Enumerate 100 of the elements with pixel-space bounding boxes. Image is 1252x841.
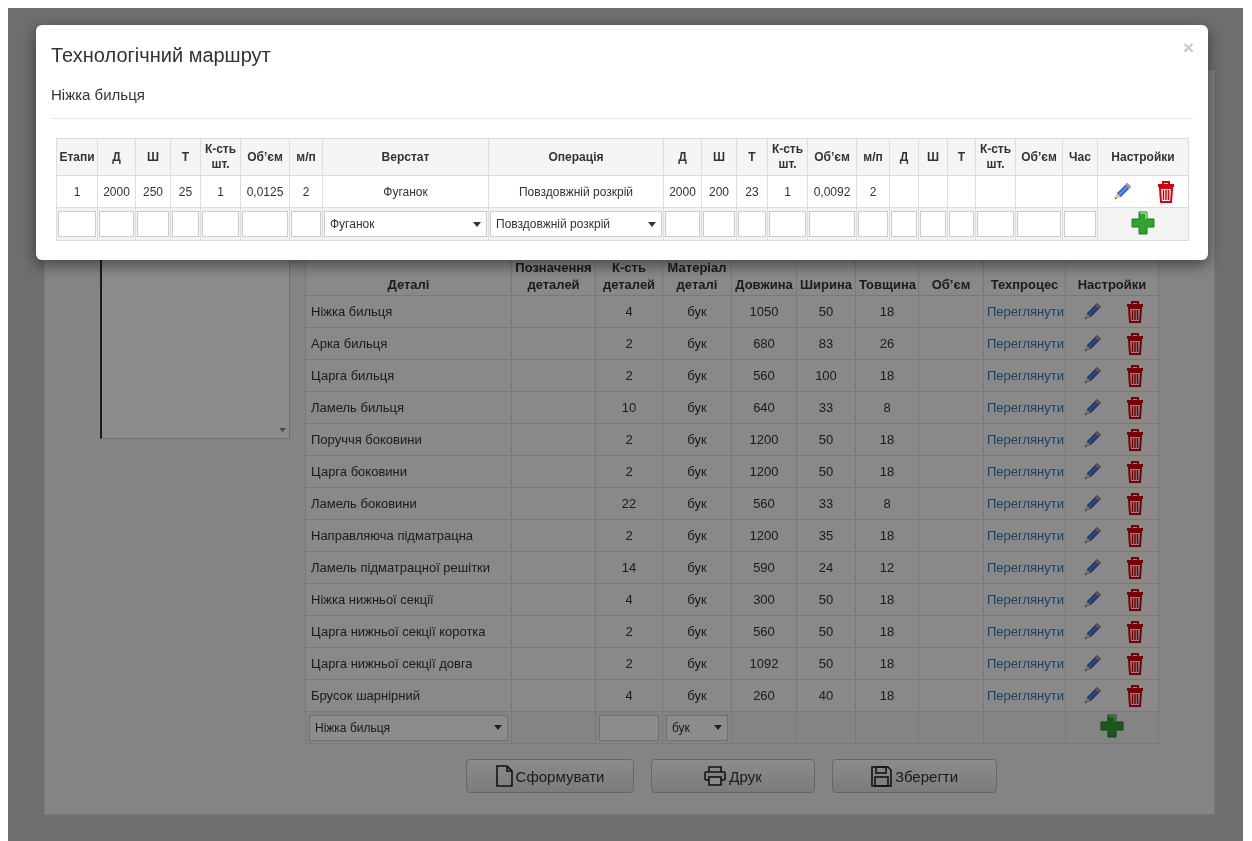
table-cell: 1 bbox=[73, 184, 81, 199]
trash-icon[interactable] bbox=[1125, 300, 1144, 323]
table-cell: бук bbox=[687, 304, 707, 319]
detail-select[interactable]: Ніжка бильця bbox=[309, 714, 508, 741]
trash-icon[interactable] bbox=[1125, 652, 1144, 675]
table-cell: бук bbox=[687, 624, 707, 639]
input-field[interactable] bbox=[99, 211, 134, 237]
trash-icon[interactable] bbox=[1125, 460, 1144, 483]
table-cell: бук bbox=[687, 464, 707, 479]
input-field[interactable] bbox=[738, 211, 766, 237]
input-field[interactable] bbox=[920, 211, 946, 237]
table-cell: 250 bbox=[143, 184, 163, 199]
table-cell: 12 bbox=[879, 560, 895, 575]
table-cell: 4 bbox=[625, 304, 633, 319]
material-select[interactable]: бук bbox=[666, 714, 728, 741]
trash-icon[interactable] bbox=[1125, 364, 1144, 387]
table-cell: 33 bbox=[818, 400, 834, 415]
table-cell: 50 bbox=[818, 464, 834, 479]
table-cell: 560 bbox=[753, 368, 775, 383]
table-cell: Арка бильця bbox=[311, 336, 388, 351]
input-field[interactable] bbox=[599, 714, 659, 741]
table-cell: 83 bbox=[818, 336, 834, 351]
column-header: Настройки bbox=[1111, 149, 1175, 164]
input-field[interactable] bbox=[703, 211, 735, 237]
table-cell: Ламель бильця bbox=[311, 400, 405, 415]
table-cell: Ламель підматрацної решітки bbox=[311, 560, 491, 575]
table-cell: 50 bbox=[818, 304, 834, 319]
table-cell: Царга бильця bbox=[311, 368, 395, 383]
trash-icon[interactable] bbox=[1125, 524, 1144, 547]
input-field[interactable] bbox=[1064, 211, 1096, 237]
column-header: Т bbox=[957, 149, 966, 164]
input-field[interactable] bbox=[769, 211, 806, 237]
input-field[interactable] bbox=[665, 211, 700, 237]
column-header: Довжина bbox=[735, 277, 793, 292]
close-button[interactable]: × bbox=[1182, 37, 1194, 59]
input-field[interactable] bbox=[949, 211, 974, 237]
trash-icon[interactable] bbox=[1125, 620, 1144, 643]
input-field[interactable] bbox=[58, 211, 96, 237]
trash-icon[interactable] bbox=[1157, 180, 1175, 203]
table-cell: 18 bbox=[879, 464, 895, 479]
input-field[interactable] bbox=[202, 211, 239, 237]
trash-icon[interactable] bbox=[1125, 492, 1144, 515]
table-cell: Царга нижньої секції коротка bbox=[311, 624, 486, 639]
table-cell: Брусок шарнірний bbox=[311, 688, 421, 703]
caret-icon bbox=[473, 221, 481, 227]
table-cell: 35 bbox=[818, 528, 834, 543]
trash-icon[interactable] bbox=[1125, 428, 1144, 451]
table-cell: 2000 bbox=[669, 184, 696, 199]
input-field[interactable] bbox=[242, 211, 288, 237]
table-cell: 2 bbox=[625, 432, 633, 447]
add-icon[interactable] bbox=[1131, 210, 1155, 235]
table-cell: бук bbox=[687, 688, 707, 703]
column-header: Деталі bbox=[387, 277, 430, 292]
input-field[interactable] bbox=[137, 211, 169, 237]
table-cell: 50 bbox=[818, 624, 834, 639]
operation-select[interactable]: Повздовжній розкрій bbox=[490, 211, 662, 237]
column-header: Настройки bbox=[1077, 277, 1147, 292]
table-cell: Ніжка нижньої секції bbox=[311, 592, 434, 607]
column-header: м/п bbox=[296, 149, 316, 164]
input-field[interactable] bbox=[809, 211, 855, 237]
dialog-title: Технологічний маршрут bbox=[51, 43, 271, 68]
input-field[interactable] bbox=[891, 211, 917, 237]
column-header: Верстат bbox=[381, 149, 430, 164]
print-button[interactable]: Друк bbox=[651, 759, 815, 793]
table-cell: 0,0125 bbox=[246, 184, 284, 199]
input-field[interactable] bbox=[291, 211, 321, 237]
table-cell: бук bbox=[687, 336, 707, 351]
trash-icon[interactable] bbox=[1125, 588, 1144, 611]
input-field[interactable] bbox=[172, 211, 199, 237]
table-cell: 18 bbox=[879, 688, 895, 703]
table-cell: 1 bbox=[217, 184, 224, 199]
input-field[interactable] bbox=[977, 211, 1014, 237]
table-cell: 640 bbox=[753, 400, 775, 415]
table-cell: Повздовжній розкрій bbox=[518, 184, 634, 199]
scroll-arrow-icon[interactable] bbox=[279, 428, 286, 432]
trash-icon[interactable] bbox=[1125, 396, 1144, 419]
save-button[interactable]: Зберегти bbox=[832, 759, 997, 793]
table-cell: 590 bbox=[753, 560, 775, 575]
add-icon[interactable] bbox=[1100, 714, 1124, 738]
input-field[interactable] bbox=[1017, 211, 1061, 237]
column-header: Об’єм bbox=[247, 149, 283, 164]
new-button[interactable]: Сформувати bbox=[466, 759, 634, 793]
table-cell: 18 bbox=[879, 368, 895, 383]
trash-icon[interactable] bbox=[1125, 556, 1144, 579]
trash-icon[interactable] bbox=[1125, 332, 1144, 355]
table-cell: Направляюча підматрацна bbox=[311, 528, 474, 543]
table-cell: 18 bbox=[879, 528, 895, 543]
dialog-subtitle: Ніжка бильця bbox=[51, 86, 1193, 119]
table-cell: 200 bbox=[709, 184, 729, 199]
machine-select[interactable]: Фуганок bbox=[324, 211, 487, 237]
column-header: Д bbox=[678, 149, 687, 164]
table-cell: 40 bbox=[818, 688, 834, 703]
input-field[interactable] bbox=[858, 211, 888, 237]
table-cell: 10 bbox=[621, 400, 637, 415]
trash-icon[interactable] bbox=[1125, 684, 1144, 707]
table-cell: Царга боковини bbox=[311, 464, 407, 479]
printer-icon bbox=[704, 766, 727, 786]
column-header: К-сть шт. bbox=[771, 142, 804, 171]
table-cell: 18 bbox=[879, 592, 895, 607]
table-cell: 2000 bbox=[103, 184, 130, 199]
